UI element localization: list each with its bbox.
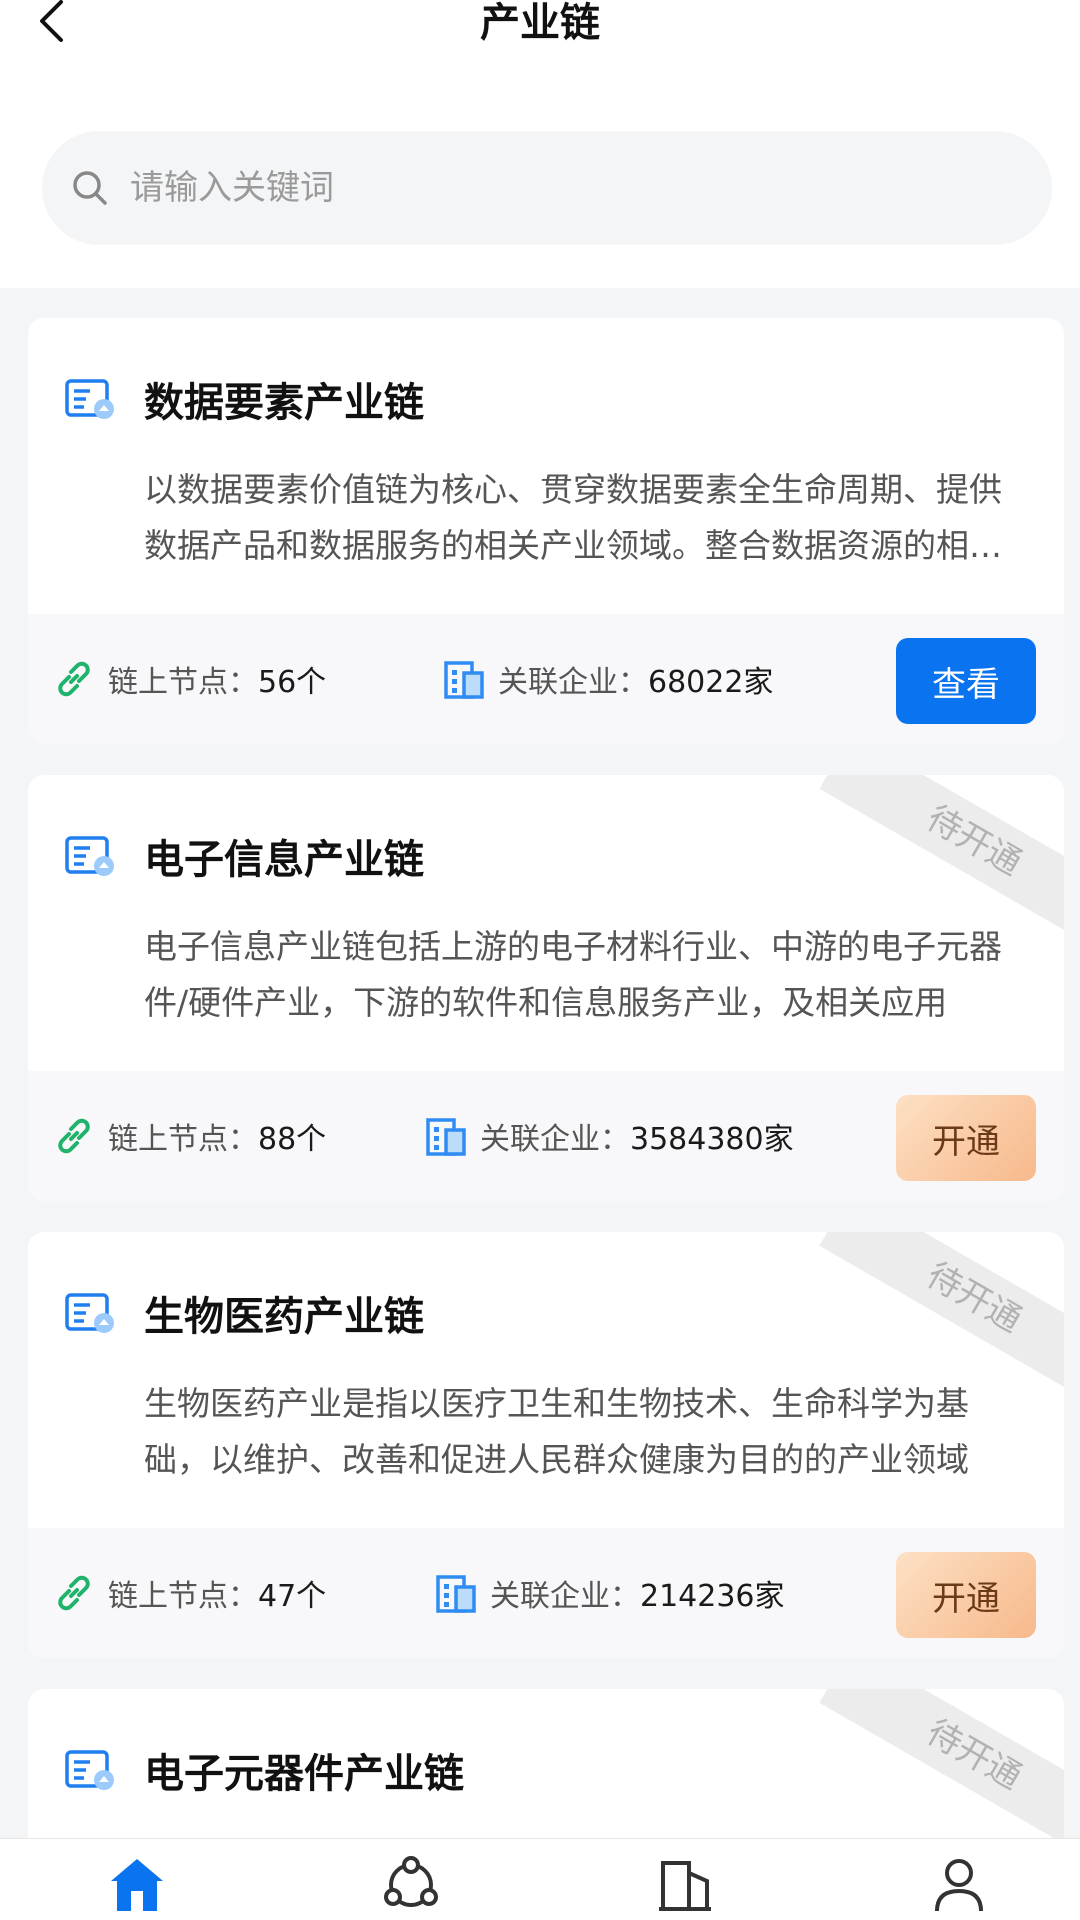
chain-doc-icon [65, 379, 114, 419]
stat-value: 47个 [258, 1579, 327, 1614]
building-icon [426, 1118, 466, 1156]
chain-doc-icon [65, 836, 114, 876]
related-companies-stat: 关联企业： 68022家 [442, 614, 773, 744]
chain-doc-icon [65, 1750, 114, 1790]
pending-ribbon: 待开通 [819, 1689, 1064, 1849]
industry-chain-card[interactable]: 待开通 生物医药产业链 生物医药产业是指以医疗卫生和生物技术、生命科学为基础，以… [28, 1232, 1064, 1658]
industry-chain-card[interactable]: 待开通 电子信息产业链 电子信息产业链包括上游的电子材料行业、中游的电子元器件/… [28, 775, 1064, 1201]
tab-profile[interactable] [924, 1855, 994, 1920]
building-icon [436, 1575, 476, 1613]
card-footer: 链上节点： 56个 关联企业： 68022家 查看 [28, 614, 1064, 744]
stat-label: 链上节点： [108, 1579, 258, 1614]
stat-value: 88个 [258, 1122, 327, 1157]
tab-chain[interactable] [376, 1855, 446, 1920]
search-bar[interactable] [42, 131, 1052, 245]
header: 产业链 [0, 0, 1080, 288]
building-icon [444, 661, 484, 699]
related-companies-stat: 关联企业： 214236家 [434, 1528, 785, 1658]
industry-chain-card[interactable]: 待开通 电子元器件产业链 [28, 1689, 1064, 1849]
chain-doc-icon [65, 1293, 114, 1333]
card-footer: 链上节点： 47个 关联企业： 214236家 开通 [28, 1528, 1064, 1658]
link-icon [58, 661, 90, 697]
card-description: 以数据要素价值链为核心、贯穿数据要素全生命周期、提供数据产品和数据服务的相关产业… [144, 470, 1002, 565]
search-input[interactable] [130, 168, 930, 208]
stat-value: 56个 [258, 665, 327, 700]
stat-label: 链上节点： [108, 1122, 258, 1157]
stat-value: 214236家 [640, 1579, 785, 1614]
chain-nodes-stat: 链上节点： 88个 [52, 1071, 326, 1201]
view-button[interactable]: 查看 [896, 638, 1036, 724]
card-title: 电子元器件产业链 [144, 1751, 464, 1797]
related-companies-stat: 关联企业： 3584380家 [424, 1071, 794, 1201]
open-button[interactable]: 开通 [896, 1552, 1036, 1638]
chain-nodes-stat: 链上节点： 47个 [52, 1528, 326, 1658]
page-title: 产业链 [480, 0, 600, 46]
link-icon [58, 1575, 90, 1611]
search-icon [73, 171, 107, 205]
card-description: 电子信息产业链包括上游的电子材料行业、中游的电子元器件/硬件产业，下游的软件和信… [144, 927, 1002, 1022]
home-icon [111, 1859, 163, 1911]
network-icon [384, 1856, 438, 1907]
building-icon [659, 1861, 711, 1911]
chain-nodes-stat: 链上节点： 56个 [52, 614, 326, 744]
user-icon [935, 1859, 983, 1911]
card-title: 电子信息产业链 [144, 837, 424, 883]
stat-label: 关联企业： [490, 1579, 640, 1614]
stat-value: 3584380家 [630, 1122, 794, 1157]
tab-home[interactable] [102, 1855, 172, 1920]
stat-label: 链上节点： [108, 665, 258, 700]
bottom-tab-bar [0, 1838, 1080, 1920]
card-title: 数据要素产业链 [144, 380, 424, 426]
industry-chain-card[interactable]: 数据要素产业链 以数据要素价值链为核心、贯穿数据要素全生命周期、提供数据产品和数… [28, 318, 1064, 744]
link-icon [58, 1118, 90, 1154]
open-button[interactable]: 开通 [896, 1095, 1036, 1181]
stat-value: 68022家 [648, 665, 774, 700]
card-description: 生物医药产业是指以医疗卫生和生物技术、生命科学为基础，以维护、改善和促进人民群众… [144, 1384, 969, 1479]
stat-label: 关联企业： [498, 665, 648, 700]
stat-label: 关联企业： [480, 1122, 630, 1157]
card-title: 生物医药产业链 [144, 1294, 424, 1340]
card-footer: 链上节点： 88个 关联企业： 3584380家 开通 [28, 1071, 1064, 1201]
tab-companies[interactable] [650, 1855, 720, 1920]
